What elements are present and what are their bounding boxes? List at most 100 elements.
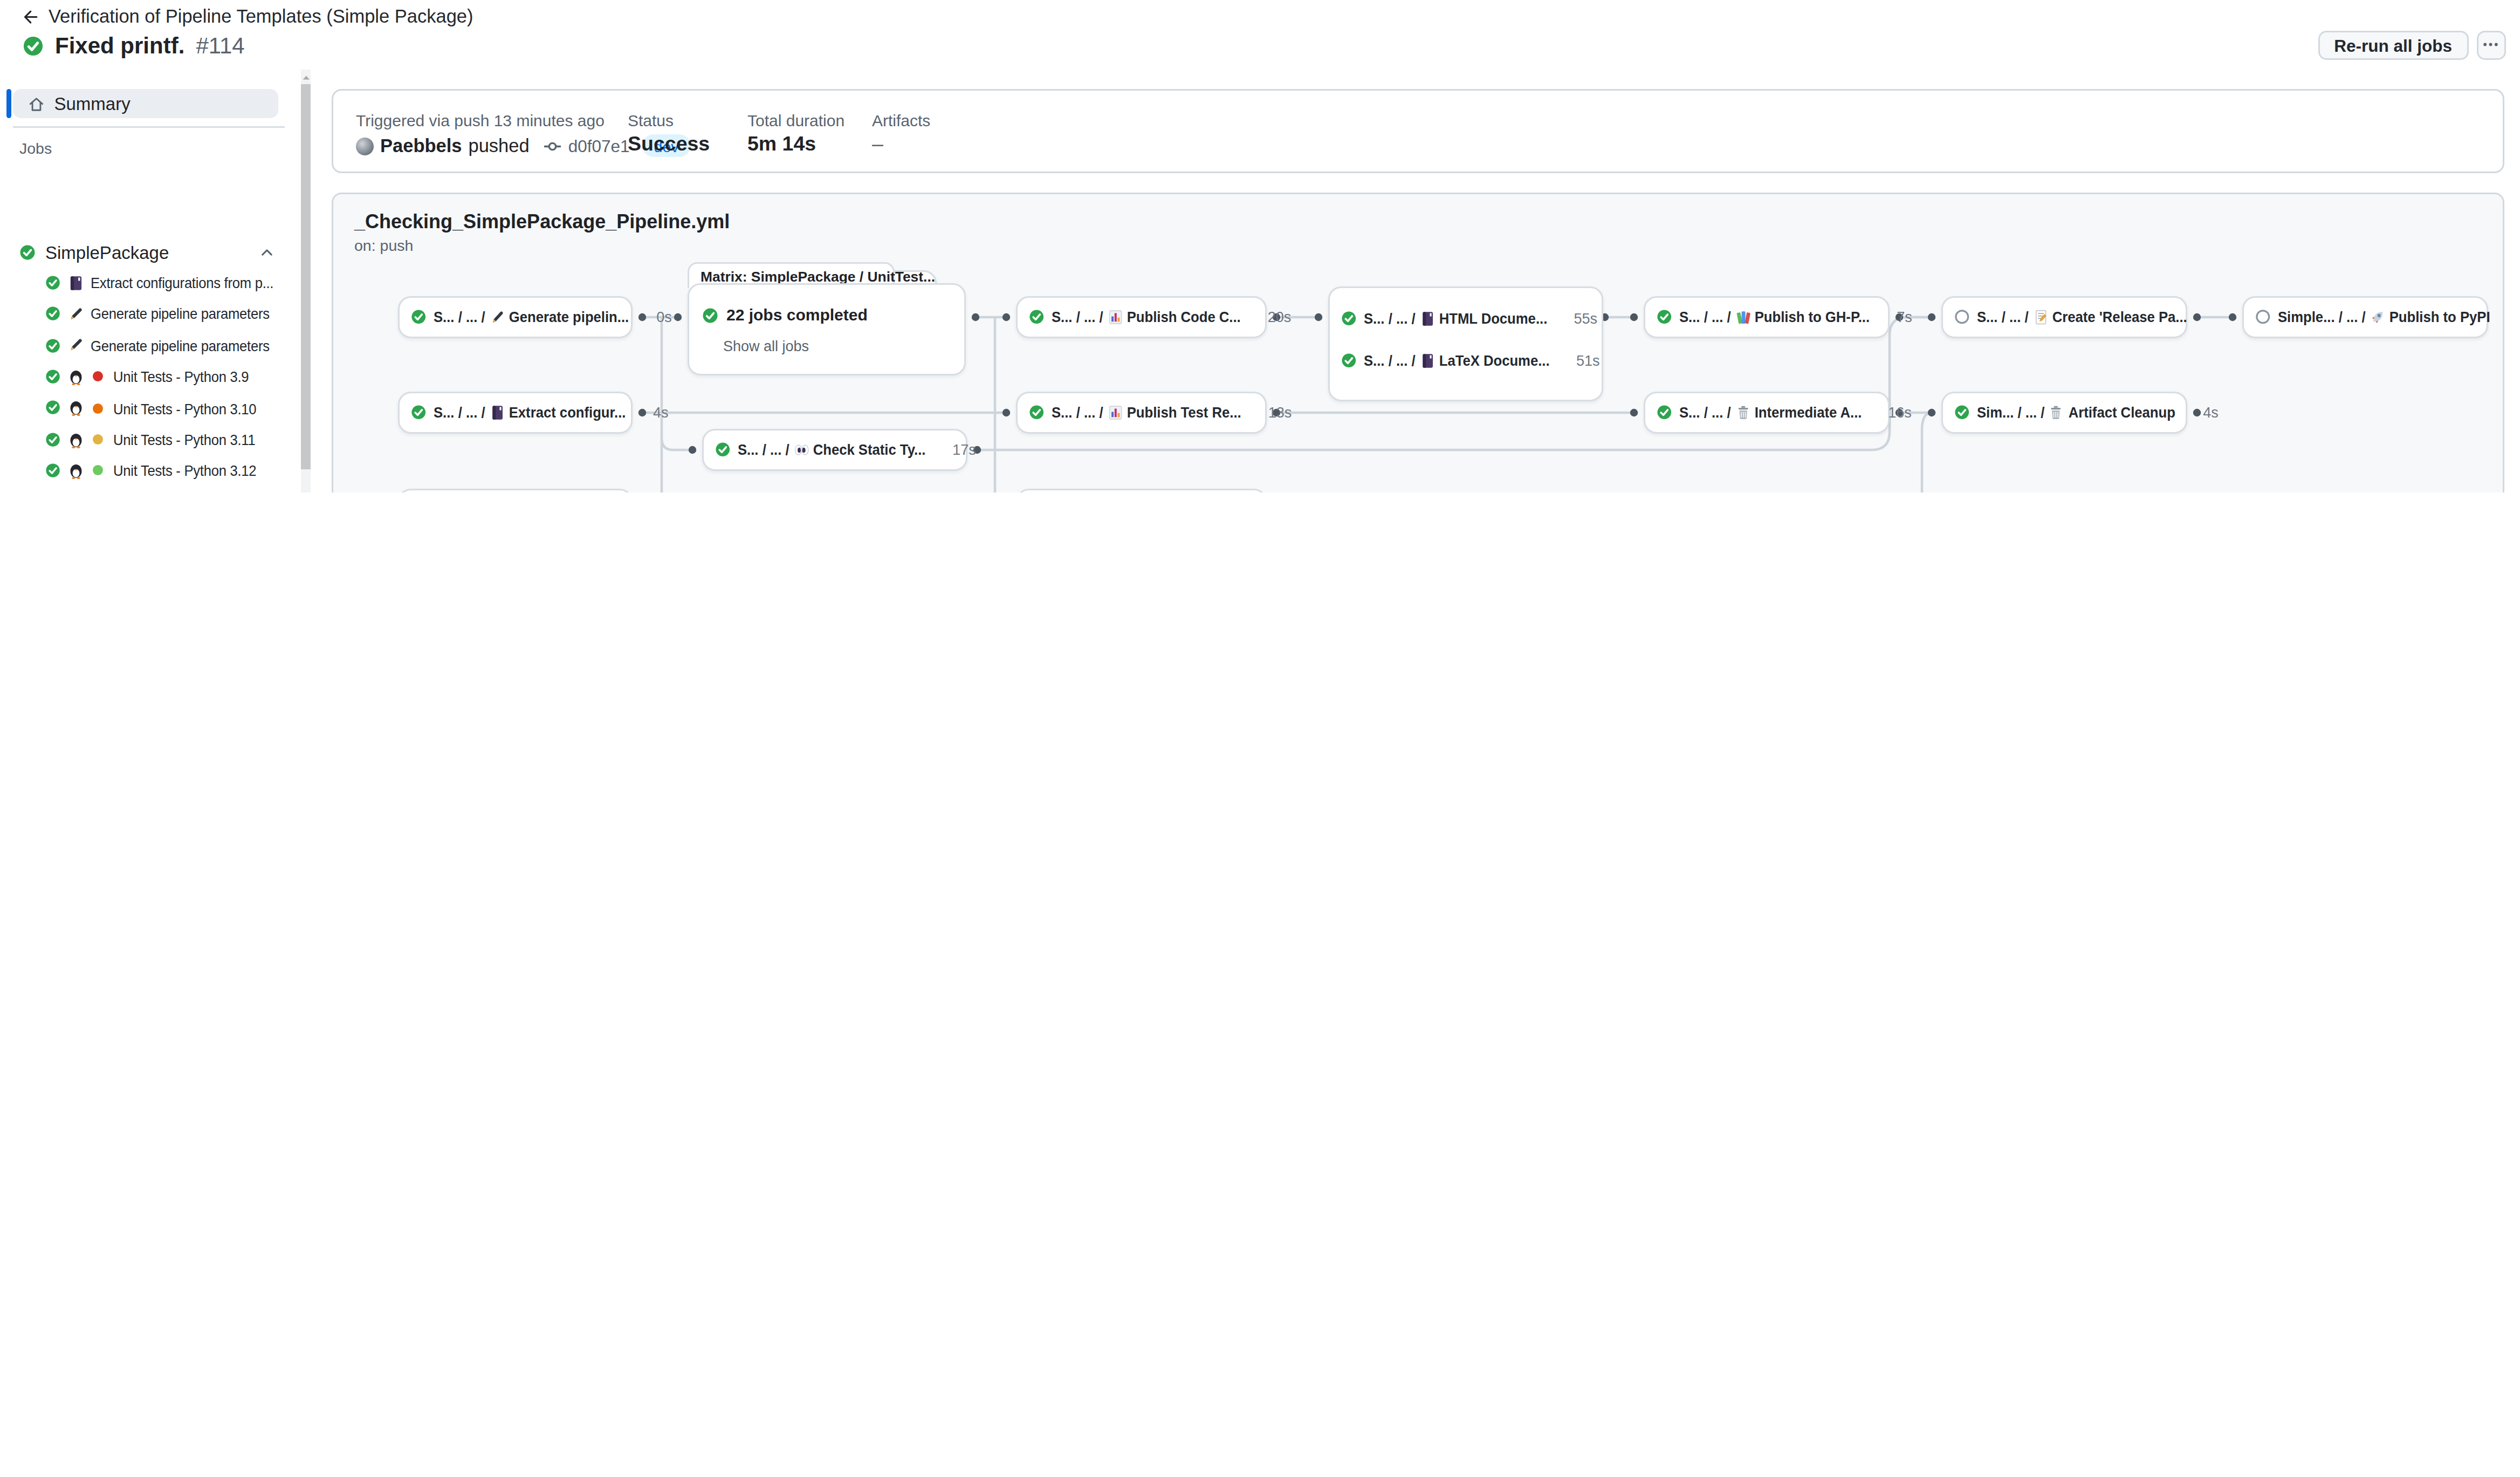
dot-yellow-icon xyxy=(91,432,106,447)
job-list: Extract configurations from p... Generate… xyxy=(0,266,301,492)
penguin-icon xyxy=(68,368,84,385)
sidebar-job-item[interactable]: Unit Tests - Python 3.9 xyxy=(0,361,301,392)
success-icon xyxy=(1341,311,1357,327)
workflow-run-page: Verification of Pipeline Templates (Simp… xyxy=(0,0,2520,493)
penguin-icon xyxy=(68,400,84,416)
docs-group-node: S... / ... / HTML Docume...55s S... / ..… xyxy=(1328,286,1603,401)
sidebar-job-item[interactable]: Unit Tests - Python 3.11 xyxy=(0,423,301,455)
artifacts-value: – xyxy=(872,133,883,155)
breadcrumb-label[interactable]: Verification of Pipeline Templates (Simp… xyxy=(49,6,473,26)
run-success-icon xyxy=(23,35,44,56)
avatar[interactable] xyxy=(356,137,374,155)
commit-icon xyxy=(544,137,562,155)
success-icon xyxy=(1029,310,1045,325)
job-label: Generate pipeline parameters xyxy=(91,336,270,354)
root-job-label: SimplePackage xyxy=(45,243,169,262)
success-icon xyxy=(45,369,60,384)
rerun-all-jobs-button[interactable]: Re-run all jobs xyxy=(2318,30,2468,59)
back-arrow-icon[interactable] xyxy=(21,8,39,25)
success-icon xyxy=(1657,405,1672,421)
sidebar-item-simplepackage[interactable]: SimplePackage xyxy=(19,235,285,270)
matrix-tab-label: Matrix: SimplePackage / UnitTest... xyxy=(689,264,893,285)
node-label: S... / ... / Extract configur... xyxy=(433,405,625,421)
node-duration: 7s xyxy=(1892,309,1912,325)
success-icon xyxy=(45,463,60,478)
page-title: Fixed printf. xyxy=(55,32,184,58)
matrix-group-node[interactable]: 22 jobs completed Show all jobs xyxy=(688,283,966,375)
sidebar-job-item[interactable]: Unit Tests - Python 3.12 xyxy=(0,455,301,487)
graph-node-ghp[interactable]: S... / ... / Publish to GH-P...7s xyxy=(1644,296,1890,338)
dot-orange-icon xyxy=(91,401,106,415)
success-icon xyxy=(1657,310,1672,325)
success-icon xyxy=(45,432,60,447)
graph-node-pcode[interactable]: S... / ... / Publish Code C...20s xyxy=(1016,296,1267,338)
show-all-jobs-link[interactable]: Show all jobs xyxy=(723,338,809,354)
chevron-up-icon[interactable] xyxy=(259,244,275,261)
sidebar-job-item[interactable]: Extract configurations from p... xyxy=(0,266,301,298)
trigger-label: Triggered via push 13 minutes ago xyxy=(356,112,605,129)
graph-node-pkg[interactable]: S... / ... / Package in Sou...18s xyxy=(1016,489,1267,493)
sidebar-job-item[interactable]: Unit Tests - Python 3.13 xyxy=(0,487,301,493)
home-icon xyxy=(27,95,45,113)
job-label: Unit Tests - Python 3.9 xyxy=(113,368,249,386)
artifacts-label: Artifacts xyxy=(872,112,930,129)
workflow-graph-card: _Checking_SimplePackage_Pipeline.yml on:… xyxy=(332,193,2504,493)
success-icon xyxy=(411,310,427,325)
scrollbar-thumb[interactable] xyxy=(300,84,311,469)
success-icon xyxy=(45,400,60,415)
graph-node-ac[interactable]: Sim... / ... / Artifact Cleanup4s xyxy=(1941,392,2187,434)
duration-label: Total duration xyxy=(747,112,844,129)
job-label: Unit Tests - Python 3.11 xyxy=(113,430,255,448)
graph-node-cstatic[interactable]: S... / ... / Check Static Ty...17s xyxy=(702,429,967,471)
graph-node-iac[interactable]: S... / ... / Intermediate A...16s xyxy=(1644,392,1890,434)
sidebar-scrollbar[interactable] xyxy=(300,70,311,493)
success-icon xyxy=(702,307,718,323)
divider xyxy=(13,127,285,128)
job-label: Unit Tests - Python 3.10 xyxy=(113,399,256,417)
success-icon xyxy=(1954,405,1970,421)
run-number: #114 xyxy=(196,32,244,58)
duration-value: 5m 14s xyxy=(747,133,816,155)
sidebar-item-summary[interactable]: Summary xyxy=(13,89,278,118)
sidebar-job-item[interactable]: Generate pipeline parameters xyxy=(0,330,301,361)
kebab-icon xyxy=(2482,36,2500,53)
success-icon xyxy=(715,442,731,458)
success-icon xyxy=(411,405,427,421)
graph-node-gen2[interactable]: S... / ... / Generate pipelin...0s xyxy=(398,489,633,493)
success-icon xyxy=(45,306,60,322)
more-options-button[interactable] xyxy=(2476,30,2505,59)
node-duration: 17s xyxy=(947,442,976,458)
sidebar-job-item[interactable]: Generate pipeline parameters xyxy=(0,298,301,330)
graph-node-html[interactable]: S... / ... / HTML Docume...55s xyxy=(1330,298,1602,340)
penguin-icon xyxy=(68,432,84,448)
book-icon xyxy=(68,275,84,291)
topbar: Verification of Pipeline Templates (Simp… xyxy=(0,0,2520,71)
node-label: S... / ... / Publish Test Re... xyxy=(1051,405,1241,421)
graph-node-extract[interactable]: S... / ... / Extract configur...4s xyxy=(398,392,633,434)
status-label: Status xyxy=(628,112,674,129)
commit-sha[interactable]: d0f07e1 xyxy=(568,136,630,155)
graph-node-gen1[interactable]: S... / ... / Generate pipelin...0s xyxy=(398,296,633,338)
node-duration: 0s xyxy=(651,309,672,325)
graph-node-rel[interactable]: S... / ... / Create 'Release Pa... xyxy=(1941,296,2187,338)
graph-node-pypi[interactable]: Simple... / ... / Publish to PyPI xyxy=(2242,296,2488,338)
sidebar-job-item[interactable]: Unit Tests - Python 3.10 xyxy=(0,392,301,423)
pencil-icon xyxy=(68,337,84,353)
breadcrumb[interactable]: Verification of Pipeline Templates (Simp… xyxy=(21,6,473,26)
job-label: Unit Tests - Python 3.12 xyxy=(113,462,256,480)
node-duration: 13s xyxy=(1264,405,1292,421)
node-duration: 51s xyxy=(1571,353,1600,369)
node-duration: 20s xyxy=(1263,309,1292,325)
job-label: Generate pipeline parameters xyxy=(91,305,270,323)
graph-node-ptest[interactable]: S... / ... / Publish Test Re...13s xyxy=(1016,392,1267,434)
pencil-icon xyxy=(68,306,84,322)
success-icon xyxy=(19,244,36,261)
success-icon xyxy=(1029,405,1045,421)
node-duration: 4s xyxy=(2198,405,2219,421)
success-icon xyxy=(45,275,60,290)
active-indicator xyxy=(6,89,11,118)
graph-node-latex[interactable]: S... / ... / LaTeX Docume...51s xyxy=(1330,340,1602,382)
node-label: S... / ... / HTML Docume... xyxy=(1363,311,1547,327)
actor-name[interactable]: Paebbels xyxy=(380,136,462,155)
node-duration: 16s xyxy=(1883,405,1912,421)
